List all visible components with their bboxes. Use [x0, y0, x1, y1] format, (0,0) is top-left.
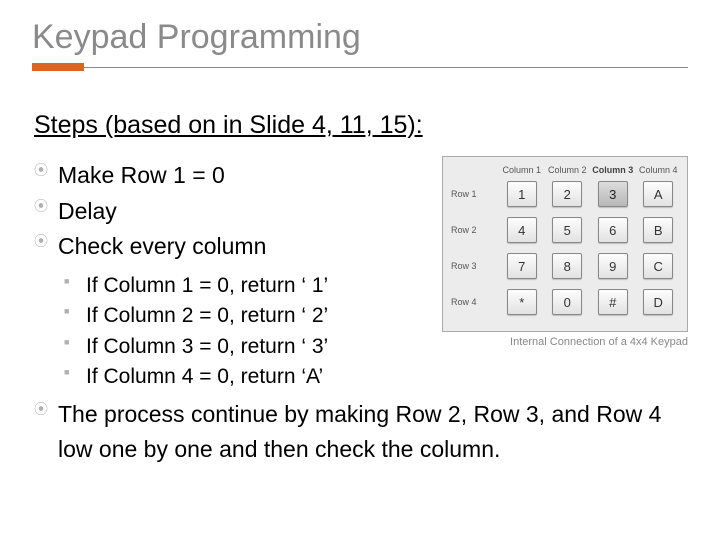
key-button: D	[643, 289, 673, 315]
keypad-row: Row 3 7 8 9 C	[449, 253, 681, 279]
col-label: Column 4	[636, 165, 682, 175]
keypad-row: Row 2 4 5 6 B	[449, 217, 681, 243]
step-item: Delay	[58, 194, 442, 230]
substep-item: If Column 3 = 0, return ‘ 3’	[86, 332, 442, 362]
key-button: 8	[552, 253, 582, 279]
keypad-figure: Column 1 Column 2 Column 3 Column 4 Row …	[442, 156, 688, 332]
key-button: B	[643, 217, 673, 243]
key-button: A	[643, 181, 673, 207]
figure-caption: Internal Connection of a 4x4 Keypad	[442, 336, 688, 348]
column-labels: Column 1 Column 2 Column 3 Column 4	[449, 165, 681, 175]
key-button: #	[598, 289, 628, 315]
key-button: 6	[598, 217, 628, 243]
step-item: The process continue by making Row 2, Ro…	[58, 397, 688, 468]
step-item: Make Row 1 = 0	[58, 158, 442, 194]
accent-bar	[32, 63, 84, 71]
key-button: 0	[552, 289, 582, 315]
row-label: Row 2	[449, 225, 499, 235]
substep-item: If Column 4 = 0, return ‘A’	[86, 362, 442, 392]
col-label: Column 3	[590, 165, 636, 175]
rule-line	[84, 67, 688, 68]
key-button: *	[507, 289, 537, 315]
row-label: Row 4	[449, 297, 499, 307]
slide-title: Keypad Programming	[32, 18, 688, 57]
body-row: Make Row 1 = 0 Delay Check every column …	[34, 154, 688, 393]
step-item: Check every column If Column 1 = 0, retu…	[58, 229, 442, 392]
title-rule	[32, 63, 688, 71]
row-label: Row 3	[449, 261, 499, 271]
key-button: 9	[598, 253, 628, 279]
substep-item: If Column 2 = 0, return ‘ 2’	[86, 301, 442, 331]
content: Steps (based on in Slide 4, 11, 15): Mak…	[32, 111, 688, 468]
text-column: Make Row 1 = 0 Delay Check every column …	[34, 154, 442, 393]
col-label: Column 1	[499, 165, 545, 175]
step-text: Check every column	[58, 233, 266, 259]
substep-item: If Column 1 = 0, return ‘ 1’	[86, 271, 442, 301]
key-button: 5	[552, 217, 582, 243]
row-label: Row 1	[449, 189, 499, 199]
col-label: Column 2	[545, 165, 591, 175]
figure-column: Column 1 Column 2 Column 3 Column 4 Row …	[442, 154, 688, 348]
substep-list: If Column 1 = 0, return ‘ 1’ If Column 2…	[58, 271, 442, 393]
key-button: 3	[598, 181, 628, 207]
slide: Keypad Programming Steps (based on in Sl…	[0, 0, 720, 540]
subheading: Steps (based on in Slide 4, 11, 15):	[34, 111, 688, 140]
key-button: 7	[507, 253, 537, 279]
keypad-row: Row 4 * 0 # D	[449, 289, 681, 315]
step-list: Make Row 1 = 0 Delay Check every column …	[34, 158, 442, 393]
step-list-cont: The process continue by making Row 2, Ro…	[34, 397, 688, 468]
key-button: 4	[507, 217, 537, 243]
key-button: 2	[552, 181, 582, 207]
keypad-row: Row 1 1 2 3 A	[449, 181, 681, 207]
key-button: C	[643, 253, 673, 279]
key-button: 1	[507, 181, 537, 207]
